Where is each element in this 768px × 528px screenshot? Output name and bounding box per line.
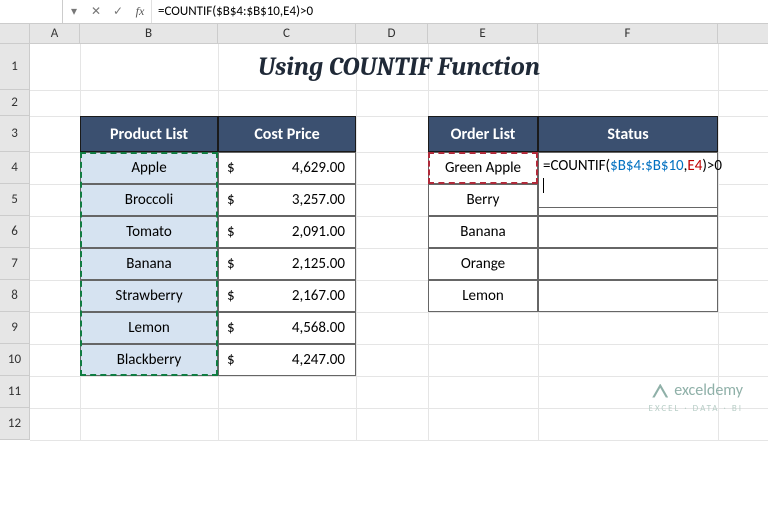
- table-cell-order[interactable]: Banana: [428, 216, 538, 248]
- table-header: Product List: [80, 116, 218, 152]
- row-header[interactable]: 3: [0, 116, 29, 152]
- table-header: Status: [538, 116, 718, 152]
- col-header[interactable]: A: [30, 24, 80, 43]
- name-box[interactable]: [0, 0, 63, 23]
- table-cell-order[interactable]: Orange: [428, 248, 538, 280]
- table-cell-order[interactable]: Green Apple: [428, 152, 538, 184]
- formula-ref: E4: [687, 157, 702, 175]
- cells-area[interactable]: Using COUNTIF Function Product List Cost…: [30, 44, 768, 440]
- row-header[interactable]: 12: [0, 408, 29, 440]
- row-header[interactable]: 4: [0, 152, 29, 184]
- cell-editing[interactable]: =COUNTIF($B$4:$B$10,E4)>0: [538, 152, 718, 208]
- logo-icon: [652, 384, 668, 398]
- col-header[interactable]: B: [80, 24, 218, 43]
- col-header[interactable]: D: [356, 24, 428, 43]
- table-cell-cost[interactable]: $4,247.00: [218, 344, 356, 376]
- table-header: Cost Price: [218, 116, 356, 152]
- enter-icon[interactable]: ✓: [107, 0, 129, 23]
- formula-token: =COUNTIF(: [543, 157, 610, 175]
- table-cell-status[interactable]: [538, 280, 718, 312]
- row-header[interactable]: 8: [0, 280, 29, 312]
- col-header[interactable]: F: [538, 24, 718, 43]
- row-header[interactable]: 2: [0, 90, 29, 116]
- table-header: Order List: [428, 116, 538, 152]
- column-headers: A B C D E F: [0, 24, 768, 44]
- page-title: Using COUNTIF Function: [80, 44, 718, 90]
- table-cell-product[interactable]: Blackberry: [80, 344, 218, 376]
- watermark-sub: EXCEL · DATA · BI: [649, 403, 743, 414]
- cursor-icon: [543, 178, 544, 193]
- col-header[interactable]: E: [428, 24, 538, 43]
- table-cell-product[interactable]: Apple: [80, 152, 218, 184]
- fx-icon[interactable]: fx: [129, 0, 151, 23]
- col-header[interactable]: C: [218, 24, 356, 43]
- row-header[interactable]: 9: [0, 312, 29, 344]
- row-headers: 1 2 3 4 5 6 7 8 9 10 11 12: [0, 44, 30, 440]
- table-cell-status[interactable]: [538, 248, 718, 280]
- formula-input[interactable]: =COUNTIF($B$4:$B$10,E4)>0: [152, 0, 768, 23]
- table-cell-product[interactable]: Tomato: [80, 216, 218, 248]
- table-cell-cost[interactable]: $4,568.00: [218, 312, 356, 344]
- table-cell-cost[interactable]: $3,257.00: [218, 184, 356, 216]
- row-header[interactable]: 1: [0, 44, 29, 90]
- table-cell-product[interactable]: Strawberry: [80, 280, 218, 312]
- table-cell-cost[interactable]: $4,629.00: [218, 152, 356, 184]
- table-cell-cost[interactable]: $2,125.00: [218, 248, 356, 280]
- table-cell-product[interactable]: Lemon: [80, 312, 218, 344]
- row-header[interactable]: 6: [0, 216, 29, 248]
- formula-bar: ▾ ✕ ✓ fx =COUNTIF($B$4:$B$10,E4)>0: [0, 0, 768, 24]
- table-cell-order[interactable]: Lemon: [428, 280, 538, 312]
- table-cell-cost[interactable]: $2,091.00: [218, 216, 356, 248]
- row-header[interactable]: 7: [0, 248, 29, 280]
- table-cell-order[interactable]: Berry: [428, 184, 538, 216]
- table-cell-cost[interactable]: $2,167.00: [218, 280, 356, 312]
- table-cell-product[interactable]: Banana: [80, 248, 218, 280]
- dropdown-icon[interactable]: ▾: [63, 0, 85, 23]
- formula-ref: $B$4:$B$10: [610, 157, 684, 175]
- formula-token: )>0: [702, 157, 722, 175]
- logo-text: exceldemy: [674, 381, 743, 400]
- table-cell-product[interactable]: Broccoli: [80, 184, 218, 216]
- cancel-icon[interactable]: ✕: [85, 0, 107, 23]
- watermark-logo: exceldemy: [652, 381, 743, 400]
- row-header[interactable]: 10: [0, 344, 29, 376]
- formula-bar-buttons: ▾ ✕ ✓ fx: [63, 0, 152, 23]
- select-all[interactable]: [0, 24, 30, 43]
- row-header[interactable]: 11: [0, 376, 29, 408]
- table-cell-status[interactable]: [538, 216, 718, 248]
- row-header[interactable]: 5: [0, 184, 29, 216]
